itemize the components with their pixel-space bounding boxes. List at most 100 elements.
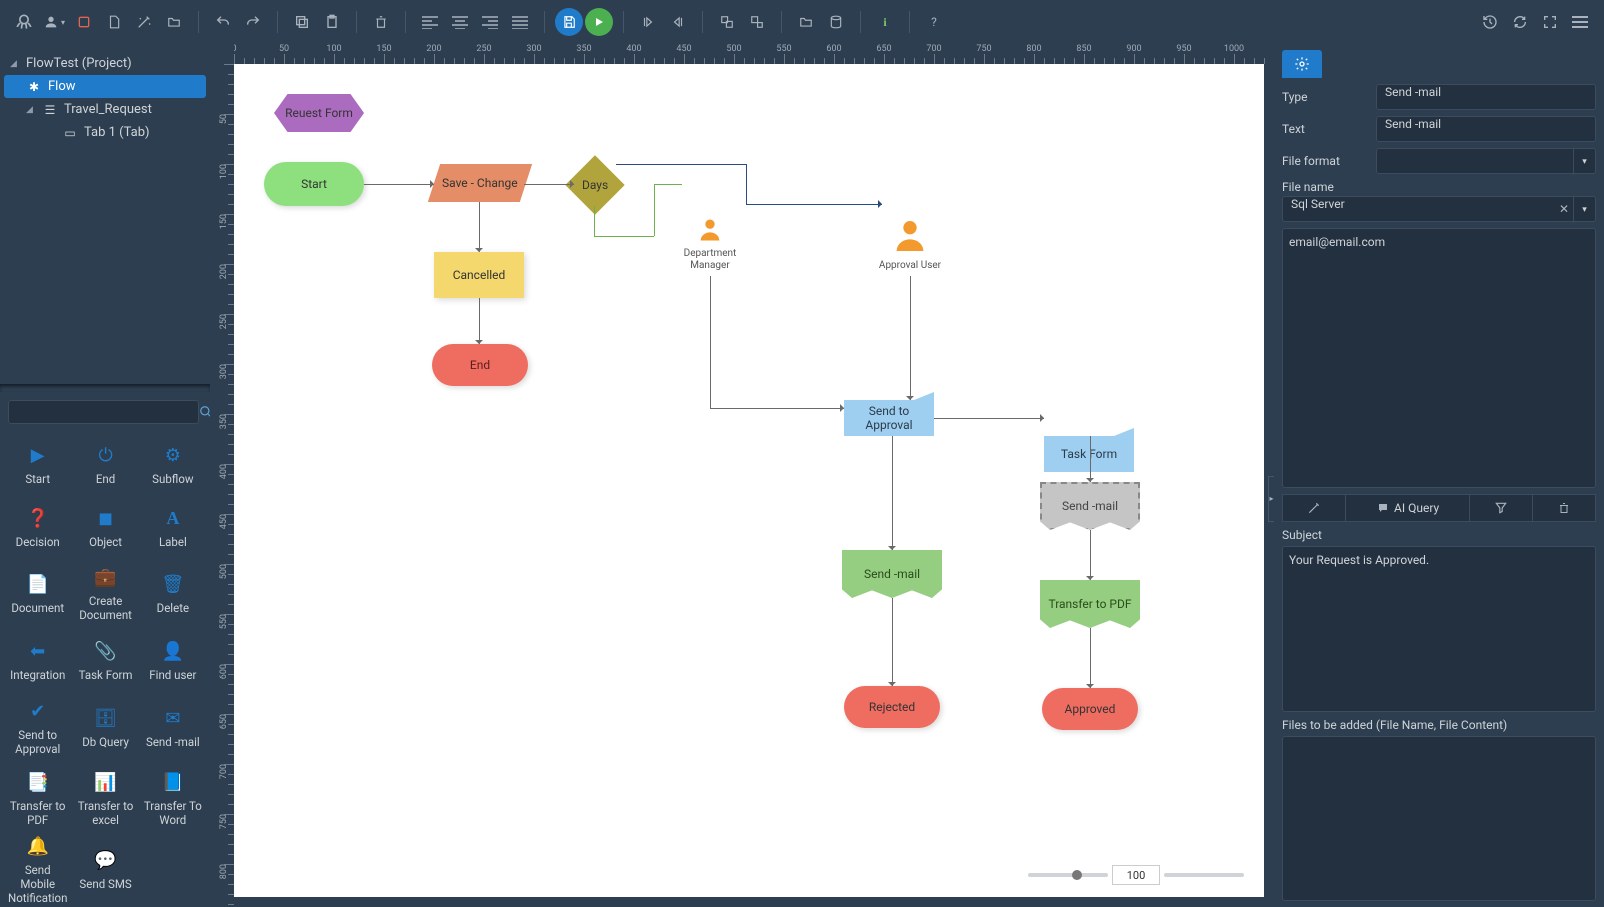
palette-db-query[interactable]: 🗄Db Query xyxy=(72,694,138,764)
palette-label[interactable]: ALabel xyxy=(140,497,206,559)
node-send-mail-selected[interactable]: Send -mail xyxy=(1040,482,1140,530)
node-end[interactable]: End xyxy=(432,344,528,386)
palette-task-form[interactable]: 📎Task Form xyxy=(72,631,138,693)
canvas-area: 0501001502002503003504004505005506006507… xyxy=(210,44,1274,907)
node-approval-user[interactable]: Approval User xyxy=(882,216,938,272)
palette-integration[interactable]: ⬅Integration xyxy=(4,631,71,693)
group-icon[interactable] xyxy=(713,8,741,36)
input-text[interactable]: Send -mail xyxy=(1376,116,1596,142)
input-filename[interactable]: Sql Server✕▾ xyxy=(1282,196,1596,222)
step-forward-icon[interactable] xyxy=(634,8,662,36)
zoom-value[interactable]: 100 xyxy=(1112,865,1160,885)
ungroup-icon[interactable] xyxy=(743,8,771,36)
palette-decision[interactable]: ❓Decision xyxy=(4,497,71,559)
divider[interactable] xyxy=(0,384,210,392)
new-file-icon[interactable] xyxy=(100,8,128,36)
save-button[interactable] xyxy=(555,8,583,36)
tree-form[interactable]: ◢☰Travel_Request xyxy=(4,98,206,121)
help-icon[interactable]: ? xyxy=(920,8,948,36)
tree-project[interactable]: ◢FlowTest (Project) xyxy=(4,52,206,75)
node-start[interactable]: Start xyxy=(264,162,364,206)
subject-body[interactable]: Your Request is Approved. xyxy=(1282,546,1596,712)
palette-send-mobile[interactable]: 🔔Send Mobile Notification xyxy=(4,835,71,905)
zoom-control: 100 xyxy=(1028,865,1244,885)
filter-button[interactable] xyxy=(1470,494,1533,522)
align-justify-icon[interactable] xyxy=(506,8,534,36)
node-transfer-pdf[interactable]: Transfer to PDF xyxy=(1040,580,1140,628)
wand-icon[interactable] xyxy=(130,8,158,36)
node-approved[interactable]: Approved xyxy=(1042,688,1138,730)
menu-icon[interactable] xyxy=(1566,8,1594,36)
align-right-icon[interactable] xyxy=(476,8,504,36)
excel-icon: 📊 xyxy=(94,772,116,793)
palette-object[interactable]: ◼Object xyxy=(72,497,138,559)
palette-document[interactable]: 📄Document xyxy=(4,560,71,630)
canvas[interactable]: Reuest Form Start Save - Change Days Can… xyxy=(234,64,1264,897)
flow-label: Flow xyxy=(48,79,76,94)
node-dept-mgr[interactable]: Department Manager xyxy=(682,216,738,272)
run-button[interactable] xyxy=(585,8,613,36)
gear-icon xyxy=(1294,56,1310,72)
ai-query-button[interactable]: AI Query xyxy=(1346,494,1471,522)
toolbar-folder-icon[interactable] xyxy=(792,8,820,36)
undo-icon[interactable] xyxy=(209,8,237,36)
settings-tab[interactable] xyxy=(1282,50,1322,78)
user-icon[interactable]: ▾ xyxy=(40,8,68,36)
node-send-mail-left[interactable]: Send -mail xyxy=(842,550,942,598)
paste-icon[interactable] xyxy=(318,8,346,36)
input-fileformat[interactable]: ▾ xyxy=(1376,148,1596,174)
folder-icon[interactable] xyxy=(160,8,188,36)
node-rejected[interactable]: Rejected xyxy=(844,686,940,728)
node-cancelled[interactable]: Cancelled xyxy=(434,252,524,298)
node-task-form[interactable]: Task Form xyxy=(1044,436,1134,472)
history-icon[interactable] xyxy=(1476,8,1504,36)
palette-end[interactable]: ⏻End xyxy=(72,434,138,496)
node-send-approval[interactable]: Send to Approval xyxy=(844,400,934,436)
check-icon: ✔ xyxy=(30,701,45,722)
zoom-slider-left[interactable] xyxy=(1028,873,1108,877)
tree-tab1[interactable]: ▭Tab 1 (Tab) xyxy=(4,121,206,144)
redo-icon[interactable] xyxy=(239,8,267,36)
clear-icon[interactable]: ✕ xyxy=(1559,202,1569,216)
email-body[interactable]: email@email.com xyxy=(1282,228,1596,488)
panel-expand-handle[interactable]: ▸ xyxy=(1268,476,1274,522)
tab-icon: ▭ xyxy=(62,126,78,140)
palette-create-document[interactable]: 💼Create Document xyxy=(72,560,138,630)
palette-send-mail[interactable]: ✉Send -mail xyxy=(140,694,206,764)
palette-transfer-excel[interactable]: 📊Transfer to excel xyxy=(72,765,138,835)
palette-transfer-pdf[interactable]: 📑Transfer to PDF xyxy=(4,765,71,835)
wand-button[interactable] xyxy=(1282,494,1346,522)
flow-icon: ✱ xyxy=(26,80,42,94)
delete-button[interactable] xyxy=(1533,494,1596,522)
palette-transfer-word[interactable]: 📘Transfer To Word xyxy=(140,765,206,835)
stop-icon[interactable] xyxy=(70,8,98,36)
tree-flow[interactable]: ✱ Flow xyxy=(4,75,206,98)
palette-send-approval[interactable]: ✔Send to Approval xyxy=(4,694,71,764)
separator xyxy=(702,11,703,33)
palette-send-sms[interactable]: 💬Send SMS xyxy=(72,835,138,905)
search-input[interactable] xyxy=(8,400,199,424)
refresh-icon[interactable] xyxy=(1506,8,1534,36)
input-type[interactable]: Send -mail xyxy=(1376,84,1596,110)
person-icon xyxy=(890,216,930,256)
fullscreen-icon[interactable] xyxy=(1536,8,1564,36)
top-toolbar: ▾ i ? xyxy=(0,0,1604,44)
step-back-icon[interactable] xyxy=(664,8,692,36)
delete-icon[interactable] xyxy=(367,8,395,36)
node-reuest-form[interactable]: Reuest Form xyxy=(274,94,364,132)
database-icon[interactable] xyxy=(822,8,850,36)
palette-start[interactable]: ▶Start xyxy=(4,434,71,496)
properties-tabs xyxy=(1282,50,1596,78)
info-icon[interactable]: i xyxy=(871,8,899,36)
logo-icon[interactable] xyxy=(10,8,38,36)
copy-icon[interactable] xyxy=(288,8,316,36)
palette-delete[interactable]: 🗑Delete xyxy=(140,560,206,630)
node-save-change[interactable]: Save - Change xyxy=(428,164,532,202)
align-left-icon[interactable] xyxy=(416,8,444,36)
align-center-icon[interactable] xyxy=(446,8,474,36)
separator xyxy=(356,11,357,33)
palette-find-user[interactable]: 👤Find user xyxy=(140,631,206,693)
zoom-slider-right[interactable] xyxy=(1164,873,1244,877)
files-body[interactable] xyxy=(1282,736,1596,902)
palette-subflow[interactable]: ⚙Subflow xyxy=(140,434,206,496)
